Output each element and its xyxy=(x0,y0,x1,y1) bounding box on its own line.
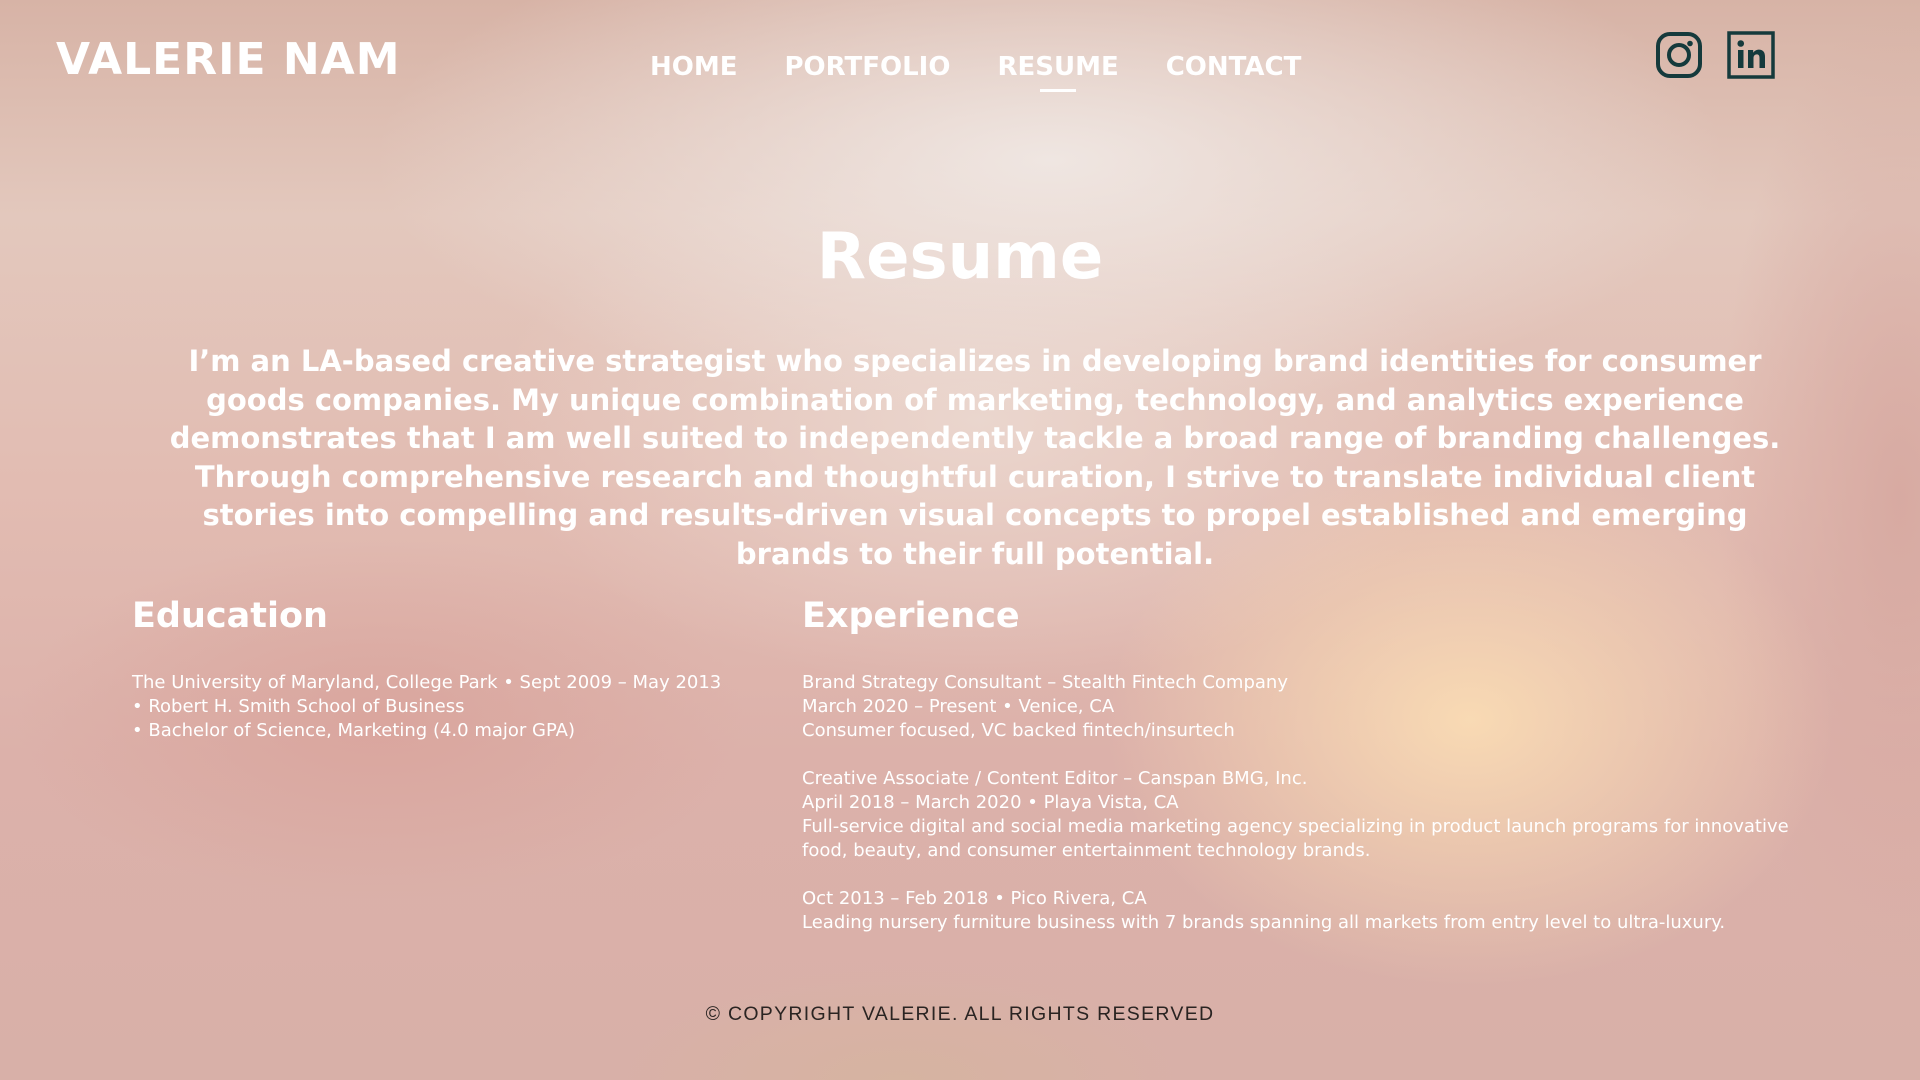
experience-item: Oct 2013 – Feb 2018 • Pico Rivera, CA Le… xyxy=(802,887,1812,935)
main-nav: HOME PORTFOLIO RESUME CONTACT xyxy=(650,52,1301,82)
linkedin-icon[interactable] xyxy=(1726,30,1776,80)
job-title: Creative Associate / Content Editor – Ca… xyxy=(802,768,1308,789)
experience-section: Brand Strategy Consultant – Stealth Fint… xyxy=(802,671,1812,959)
nav-home[interactable]: HOME xyxy=(650,52,738,82)
copyright-text: © COPYRIGHT VALERIE. ALL RIGHTS RESERVED xyxy=(705,1003,1215,1025)
job-title: Brand Strategy Consultant – Stealth Fint… xyxy=(802,672,1288,693)
job-description: Consumer focused, VC backed fintech/insu… xyxy=(802,720,1235,741)
education-section: The University of Maryland, College Park… xyxy=(132,671,772,743)
nav-portfolio[interactable]: PORTFOLIO xyxy=(785,52,951,82)
site-logo[interactable]: VALERIE NAM xyxy=(56,34,401,85)
instagram-icon[interactable] xyxy=(1654,30,1704,80)
education-college: • Robert H. Smith School of Business xyxy=(132,696,465,717)
education-school: The University of Maryland, College Park… xyxy=(132,672,722,693)
job-dates: April 2018 – March 2020 • Playa Vista, C… xyxy=(802,792,1179,813)
experience-item: Creative Associate / Content Editor – Ca… xyxy=(802,767,1812,863)
intro-paragraph: I’m an LA-based creative strategist who … xyxy=(169,344,1781,571)
nav-contact[interactable]: CONTACT xyxy=(1166,52,1302,82)
job-dates: Oct 2013 – Feb 2018 • Pico Rivera, CA xyxy=(802,888,1147,909)
nav-resume[interactable]: RESUME xyxy=(997,52,1118,82)
job-description: Full-service digital and social media ma… xyxy=(802,816,1789,861)
site-header: VALERIE NAM HOME PORTFOLIO RESUME CONTAC… xyxy=(0,0,1920,130)
job-dates: March 2020 – Present • Venice, CA xyxy=(802,696,1115,717)
experience-heading: Experience xyxy=(802,596,1020,636)
experience-item: Brand Strategy Consultant – Stealth Fint… xyxy=(802,671,1812,743)
education-degree: • Bachelor of Science, Marketing (4.0 ma… xyxy=(132,720,576,741)
site-footer: © COPYRIGHT VALERIE. ALL RIGHTS RESERVED xyxy=(0,1003,1920,1026)
education-heading: Education xyxy=(132,596,328,636)
social-links xyxy=(1654,30,1776,80)
job-description: Leading nursery furniture business with … xyxy=(802,912,1726,933)
page-title: Resume xyxy=(816,220,1104,294)
